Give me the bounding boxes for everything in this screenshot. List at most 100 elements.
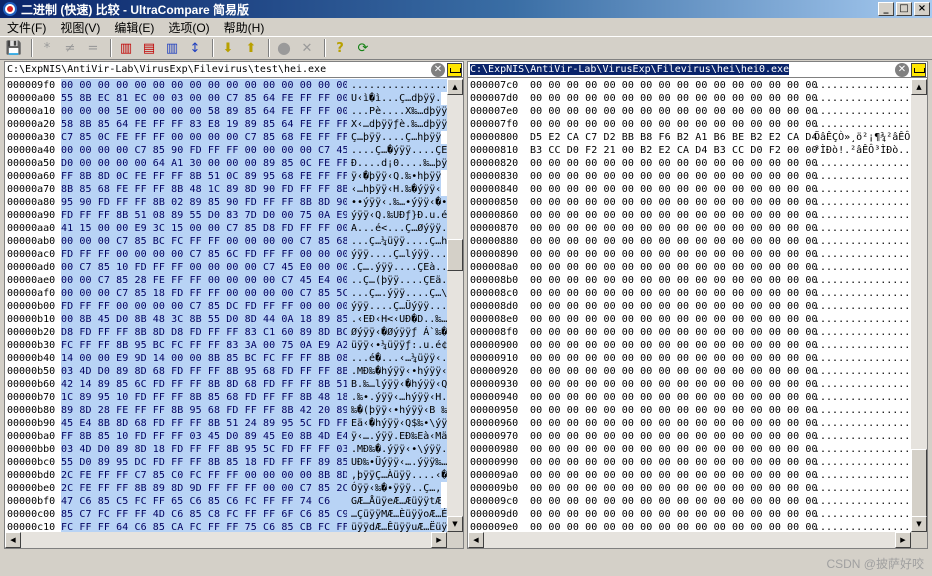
- hex-row[interactable]: 000008b0 00 00 00 00 00 00 00 00 00 00 00…: [468, 274, 911, 287]
- hex-row[interactable]: 00000b90 45 E4 8B 8D 68 FD FF FF 8B 51 24…: [5, 417, 447, 430]
- hex-row[interactable]: 000009d0 00 00 00 00 00 00 00 00 00 00 00…: [468, 508, 911, 521]
- hex-row[interactable]: 000008c0 00 00 00 00 00 00 00 00 00 00 00…: [468, 287, 911, 300]
- hex-row[interactable]: 00000b00 FD FF FF 00 00 00 00 C7 85 DC FD…: [5, 300, 447, 313]
- pane-option-icon[interactable]: [447, 63, 462, 77]
- hex-row[interactable]: 000007c0 00 00 00 00 00 00 00 00 00 00 00…: [468, 79, 911, 92]
- equal-icon[interactable]: =: [83, 38, 103, 58]
- hex-row[interactable]: 00000ad0 00 C7 85 10 FD FF FF 00 00 00 00…: [5, 261, 447, 274]
- not-equal-icon[interactable]: ≠: [60, 38, 80, 58]
- hex-row[interactable]: 00000ab0 00 00 00 C7 85 BC FC FF FF 00 00…: [5, 235, 447, 248]
- close-pane-icon[interactable]: ✕: [431, 63, 445, 77]
- scroll-up-icon[interactable]: ▲: [911, 79, 927, 95]
- save-icon[interactable]: 💾: [4, 38, 24, 58]
- hex-row[interactable]: 00000ac0 FD FF FF 00 00 00 00 C7 85 6C FD…: [5, 248, 447, 261]
- hex-row[interactable]: 00000850 00 00 00 00 00 00 00 00 00 00 00…: [468, 196, 911, 209]
- right-vertical-scrollbar[interactable]: ▲ ▼: [911, 79, 927, 532]
- close-button[interactable]: ×: [914, 2, 930, 16]
- hex-row[interactable]: 000007e0 00 00 00 00 00 00 00 00 00 00 00…: [468, 105, 911, 118]
- hex-row[interactable]: 00000800 D5 E2 CA C7 D2 BB B8 F6 B2 A1 B6…: [468, 131, 911, 144]
- scroll-down-icon[interactable]: ▼: [911, 516, 927, 532]
- scroll-down-icon[interactable]: ▼: [447, 516, 463, 532]
- scroll-up-icon[interactable]: ▲: [447, 79, 463, 95]
- hex-row[interactable]: 000008d0 00 00 00 00 00 00 00 00 00 00 00…: [468, 300, 911, 313]
- scroll-right-icon[interactable]: ▶: [431, 532, 447, 548]
- hex-row[interactable]: 00000bd0 2C FE FF FF C7 85 C0 FC FF FF 00…: [5, 469, 447, 482]
- hex-row[interactable]: 000009e0 00 00 00 00 00 00 00 00 00 00 00…: [468, 521, 911, 532]
- hex-row[interactable]: 00000a60 FF 8B 8D 0C FE FF FF 8B 51 0C 89…: [5, 170, 447, 183]
- hex-row[interactable]: 00000b10 00 8B 45 D0 8B 48 3C 8B 55 D0 8D…: [5, 313, 447, 326]
- over-under-view-icon[interactable]: ▤: [139, 38, 159, 58]
- hex-row[interactable]: 00000a50 D0 00 00 00 00 64 A1 30 00 00 00…: [5, 157, 447, 170]
- hex-row[interactable]: 00000980 00 00 00 00 00 00 00 00 00 00 00…: [468, 443, 911, 456]
- hex-row[interactable]: 00000950 00 00 00 00 00 00 00 00 00 00 00…: [468, 404, 911, 417]
- pane-option-icon[interactable]: [911, 63, 926, 77]
- hex-row[interactable]: 000008e0 00 00 00 00 00 00 00 00 00 00 00…: [468, 313, 911, 326]
- hex-row[interactable]: 00000aa0 41 15 00 00 E9 3C 15 00 00 C7 85…: [5, 222, 447, 235]
- hex-row[interactable]: 000009c0 00 00 00 00 00 00 00 00 00 00 00…: [468, 495, 911, 508]
- hex-row[interactable]: 000007f0 00 00 00 00 00 00 00 00 00 00 00…: [468, 118, 911, 131]
- hex-row[interactable]: 00000810 B3 CC D0 F2 21 00 B2 E2 CA D4 B3…: [468, 144, 911, 157]
- hex-row[interactable]: 00000c00 85 C7 FC FF FF 4D C6 85 C8 FC FF…: [5, 508, 447, 521]
- help-icon[interactable]: ?: [330, 38, 350, 58]
- hex-row[interactable]: 00000b70 1C 89 95 10 FD FF FF 8B 85 68 FD…: [5, 391, 447, 404]
- right-hex-view[interactable]: 000007c0 00 00 00 00 00 00 00 00 00 00 00…: [468, 79, 911, 532]
- hex-row[interactable]: 000009a0 00 00 00 00 00 00 00 00 00 00 00…: [468, 469, 911, 482]
- hex-row[interactable]: 00000870 00 00 00 00 00 00 00 00 00 00 00…: [468, 222, 911, 235]
- stop-icon[interactable]: ●: [274, 38, 294, 58]
- right-horizontal-scrollbar[interactable]: ◀ ▶: [468, 532, 911, 548]
- maximize-button[interactable]: □: [896, 2, 912, 16]
- hex-row[interactable]: 00000b50 03 4D D0 89 8D 68 FD FF FF 8B 95…: [5, 365, 447, 378]
- hex-row[interactable]: 000008a0 00 00 00 00 00 00 00 00 00 00 00…: [468, 261, 911, 274]
- scroll-thumb[interactable]: [447, 239, 463, 271]
- hex-row[interactable]: 00000910 00 00 00 00 00 00 00 00 00 00 00…: [468, 352, 911, 365]
- hex-row[interactable]: 00000900 00 00 00 00 00 00 00 00 00 00 00…: [468, 339, 911, 352]
- hex-row[interactable]: 00000a20 58 8B 85 64 FE FF FF 83 E8 19 89…: [5, 118, 447, 131]
- menu-view[interactable]: 视图(V): [53, 19, 107, 36]
- column-view-icon[interactable]: ▥: [162, 38, 182, 58]
- left-hex-view[interactable]: 000009f0 00 00 00 00 00 00 00 00 00 00 00…: [5, 79, 447, 532]
- hex-row[interactable]: 00000970 00 00 00 00 00 00 00 00 00 00 00…: [468, 430, 911, 443]
- hex-row[interactable]: 00000b30 FC FF FF 8B 95 BC FC FF FF 83 3A…: [5, 339, 447, 352]
- hex-row[interactable]: 00000880 00 00 00 00 00 00 00 00 00 00 00…: [468, 235, 911, 248]
- hex-row[interactable]: 00000a30 C7 85 0C FE FF FF 00 00 00 00 C7…: [5, 131, 447, 144]
- hex-row[interactable]: 00000a80 95 90 FD FF FF 8B 02 89 85 90 FD…: [5, 196, 447, 209]
- menu-file[interactable]: 文件(F): [0, 19, 53, 36]
- hex-row[interactable]: 00000be0 2C FE FF FF 8B 89 8D 9D FF FF FF…: [5, 482, 447, 495]
- menu-edit[interactable]: 编辑(E): [107, 19, 161, 36]
- hex-row[interactable]: 00000b20 D8 FD FF FF 8B 8D D8 FD FF FF 83…: [5, 326, 447, 339]
- scroll-left-icon[interactable]: ◀: [468, 532, 484, 548]
- hex-row[interactable]: 000009b0 00 00 00 00 00 00 00 00 00 00 00…: [468, 482, 911, 495]
- hex-row[interactable]: 00000b60 42 14 89 85 6C FD FF FF 8B 8D 68…: [5, 378, 447, 391]
- hex-row[interactable]: 00000a90 FD FF FF 8B 51 08 89 55 D0 83 7D…: [5, 209, 447, 222]
- hex-row[interactable]: 00000990 00 00 00 00 00 00 00 00 00 00 00…: [468, 456, 911, 469]
- hex-row[interactable]: 00000940 00 00 00 00 00 00 00 00 00 00 00…: [468, 391, 911, 404]
- menu-options[interactable]: 选项(O): [161, 19, 216, 36]
- left-vertical-scrollbar[interactable]: ▲ ▼: [447, 79, 463, 532]
- hex-row[interactable]: 00000b40 14 00 00 E9 9D 14 00 00 8B 85 BC…: [5, 352, 447, 365]
- hex-row[interactable]: 00000bc0 55 D0 89 95 DC FD FF FF 8B 85 18…: [5, 456, 447, 469]
- hex-row[interactable]: 000007d0 00 00 00 00 00 00 00 00 00 00 00…: [468, 92, 911, 105]
- hex-row[interactable]: 00000b80 89 8D 28 FE FF FF 8B 95 68 FD FF…: [5, 404, 447, 417]
- hex-row[interactable]: 00000bf0 47 C6 85 C5 FC FF 65 C6 85 C6 FC…: [5, 495, 447, 508]
- hex-row[interactable]: 00000860 00 00 00 00 00 00 00 00 00 00 00…: [468, 209, 911, 222]
- menu-help[interactable]: 帮助(H): [217, 19, 272, 36]
- hex-row[interactable]: 00000920 00 00 00 00 00 00 00 00 00 00 00…: [468, 365, 911, 378]
- next-difference-icon[interactable]: ⬇: [218, 38, 238, 58]
- hex-row[interactable]: 00000ae0 00 00 C7 85 28 FE FF FF 00 00 00…: [5, 274, 447, 287]
- hex-row[interactable]: 000009f0 00 00 00 00 00 00 00 00 00 00 00…: [5, 79, 447, 92]
- hex-row[interactable]: 00000930 00 00 00 00 00 00 00 00 00 00 00…: [468, 378, 911, 391]
- hex-row[interactable]: 00000890 00 00 00 00 00 00 00 00 00 00 00…: [468, 248, 911, 261]
- hex-row[interactable]: 00000840 00 00 00 00 00 00 00 00 00 00 00…: [468, 183, 911, 196]
- hex-row[interactable]: 000008f0 00 00 00 00 00 00 00 00 00 00 00…: [468, 326, 911, 339]
- minimize-button[interactable]: _: [878, 2, 894, 16]
- hex-row[interactable]: 00000ba0 FF 8B 85 10 FD FF FF 03 45 D0 89…: [5, 430, 447, 443]
- hex-row[interactable]: 00000a40 00 00 00 00 C7 85 90 FD FF FF 00…: [5, 144, 447, 157]
- hex-row[interactable]: 00000af0 00 00 00 C7 85 18 FD FF FF 00 00…: [5, 287, 447, 300]
- hex-row[interactable]: 00000830 00 00 00 00 00 00 00 00 00 00 00…: [468, 170, 911, 183]
- previous-difference-icon[interactable]: ⬆: [241, 38, 261, 58]
- hex-row[interactable]: 00000960 00 00 00 00 00 00 00 00 00 00 00…: [468, 417, 911, 430]
- hex-row[interactable]: 00000bb0 03 4D D0 89 8D 18 FD FF FF 8B 95…: [5, 443, 447, 456]
- hex-row[interactable]: 00000a70 8B 85 68 FE FF FF 8B 48 1C 89 8D…: [5, 183, 447, 196]
- left-horizontal-scrollbar[interactable]: ◀ ▶: [5, 532, 447, 548]
- hex-row[interactable]: 00000c10 FC FF FF 64 C6 85 CA FC FF FF 75…: [5, 521, 447, 532]
